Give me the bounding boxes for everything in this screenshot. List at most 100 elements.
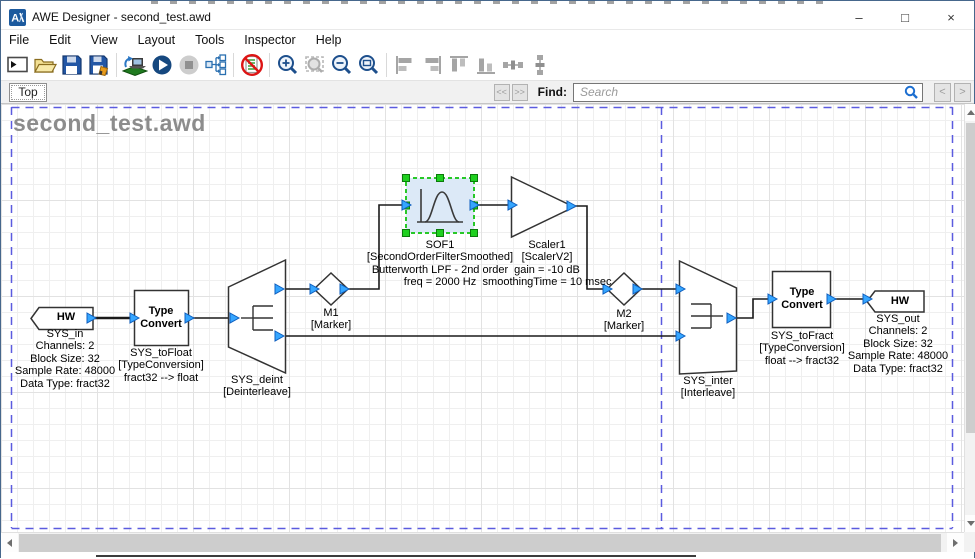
block-prop: Sample Rate: 48000: [848, 350, 948, 362]
sys-tofloat-shape-text: Type Convert: [140, 305, 182, 330]
zoom-fit-button[interactable]: [355, 52, 382, 78]
scrollbar-corner: [964, 532, 975, 552]
chevron-down-icon: [967, 521, 975, 526]
block-prop: fract32 --> float: [118, 372, 204, 384]
title-bar: A AWE Designer - second_test.awd – □ ×: [1, 5, 974, 30]
block-prop: Data Type: fract32: [848, 363, 948, 375]
zoom-out-icon: [330, 53, 354, 77]
navigation-bar: Top << >> Find: < >: [1, 81, 974, 104]
distribute-horizontal-button[interactable]: [499, 52, 526, 78]
menu-layout[interactable]: Layout: [128, 33, 186, 47]
block-sof1-selected[interactable]: [403, 175, 478, 237]
run-icon: [150, 53, 174, 77]
sys-inter-labels: SYS_inter [Interleave]: [681, 375, 735, 400]
window-title: AWE Designer - second_test.awd: [32, 10, 211, 24]
distribute-horizontal-icon: [501, 53, 525, 77]
block-prop: Block Size: 32: [15, 353, 115, 365]
scroll-right-button[interactable]: [947, 533, 964, 553]
sys-tofloat-labels: SYS_toFloat [TypeConversion] fract32 -->…: [118, 347, 204, 384]
chevron-right-icon: [953, 539, 958, 547]
sys-tofract-shape-text: Type Convert: [781, 286, 823, 311]
distribute-vertical-button[interactable]: [526, 52, 553, 78]
zoom-out-button[interactable]: [328, 52, 355, 78]
open-folder-icon: [33, 53, 57, 77]
connect-to-target-button[interactable]: [121, 52, 148, 78]
close-button[interactable]: ×: [928, 5, 974, 29]
block-type: [Marker]: [604, 320, 644, 332]
save-button[interactable]: [58, 52, 85, 78]
align-left-button[interactable]: [391, 52, 418, 78]
horizontal-scrollbar[interactable]: [1, 532, 964, 552]
align-left-icon: [393, 53, 417, 77]
save-icon: [60, 53, 84, 77]
save-as-button[interactable]: [85, 52, 112, 78]
align-right-button[interactable]: [418, 52, 445, 78]
scaler1-labels: Scaler1 [ScalerV2] gain = -10 dB smoothi…: [483, 239, 612, 289]
horizontal-scroll-thumb[interactable]: [19, 534, 941, 552]
history-back-button[interactable]: <<: [494, 84, 510, 101]
sys-deint-labels: SYS_deint [Deinterleave]: [223, 374, 291, 399]
new-design-button[interactable]: [4, 52, 31, 78]
block-type: [Marker]: [311, 319, 351, 331]
design-canvas[interactable]: second_test.awd: [1, 104, 964, 532]
stop-button[interactable]: [175, 52, 202, 78]
find-next-button[interactable]: >: [954, 83, 971, 102]
block-prop: Data Type: fract32: [15, 378, 115, 390]
zoom-to-selection-button[interactable]: [301, 52, 328, 78]
block-prop: Block Size: 32: [848, 338, 948, 350]
find-label: Find:: [538, 85, 567, 99]
align-top-button[interactable]: [445, 52, 472, 78]
toolbar-separator: [116, 53, 117, 77]
block-prop: gain = -10 dB: [483, 264, 612, 276]
minimize-button[interactable]: –: [836, 5, 882, 29]
zoom-to-selection-icon: [303, 53, 327, 77]
history-forward-button[interactable]: >>: [512, 84, 528, 101]
app-window: A AWE Designer - second_test.awd – □ × F…: [0, 0, 975, 558]
no-inspectors-icon: [240, 53, 264, 77]
menu-tools[interactable]: Tools: [185, 33, 234, 47]
propagate-changes-icon: [204, 53, 228, 77]
menu-edit[interactable]: Edit: [39, 33, 81, 47]
block-type: [Deinterleave]: [223, 386, 291, 398]
sys-in-shape-text: HW: [57, 311, 75, 324]
tab-top-level[interactable]: Top: [9, 83, 47, 102]
run-button[interactable]: [148, 52, 175, 78]
search-input[interactable]: [573, 83, 923, 102]
m2-labels: M2 [Marker]: [604, 308, 644, 333]
zoom-in-icon: [276, 53, 300, 77]
block-name: SYS_in: [15, 328, 115, 340]
menu-inspector[interactable]: Inspector: [234, 33, 305, 47]
toggle-inspectors-button[interactable]: [238, 52, 265, 78]
block-name: SYS_deint: [223, 374, 291, 386]
vertical-scroll-thumb[interactable]: [966, 123, 975, 433]
block-type: [ScalerV2]: [483, 251, 612, 263]
chevron-up-icon: [967, 110, 975, 115]
menu-view[interactable]: View: [81, 33, 128, 47]
search-icon[interactable]: [904, 85, 919, 100]
align-bottom-button[interactable]: [472, 52, 499, 78]
clipped-text-fragments: [151, 1, 831, 4]
scroll-up-button[interactable]: [965, 104, 975, 121]
menu-file[interactable]: File: [1, 33, 39, 47]
connect-to-target-icon: [122, 53, 148, 77]
toolbar-separator: [386, 53, 387, 77]
clipped-text-fragments: [96, 555, 696, 557]
block-scaler1[interactable]: [512, 177, 575, 237]
awe-logo-icon: A: [9, 9, 26, 26]
menu-help[interactable]: Help: [306, 33, 352, 47]
m1-labels: M1 [Marker]: [311, 307, 351, 332]
block-prop: Channels: 2: [15, 340, 115, 352]
wire-inter-tofract[interactable]: [736, 299, 772, 318]
scroll-left-button[interactable]: [1, 533, 18, 553]
zoom-fit-icon: [357, 53, 381, 77]
scroll-down-button[interactable]: [965, 515, 975, 532]
zoom-in-button[interactable]: [274, 52, 301, 78]
block-name: SYS_toFract: [759, 330, 845, 342]
maximize-button[interactable]: □: [882, 5, 928, 29]
svg-text:A: A: [11, 12, 19, 24]
find-prev-button[interactable]: <: [934, 83, 951, 102]
block-name: SYS_out: [848, 313, 948, 325]
propagate-changes-button[interactable]: [202, 52, 229, 78]
open-button[interactable]: [31, 52, 58, 78]
vertical-scrollbar[interactable]: [964, 104, 975, 532]
